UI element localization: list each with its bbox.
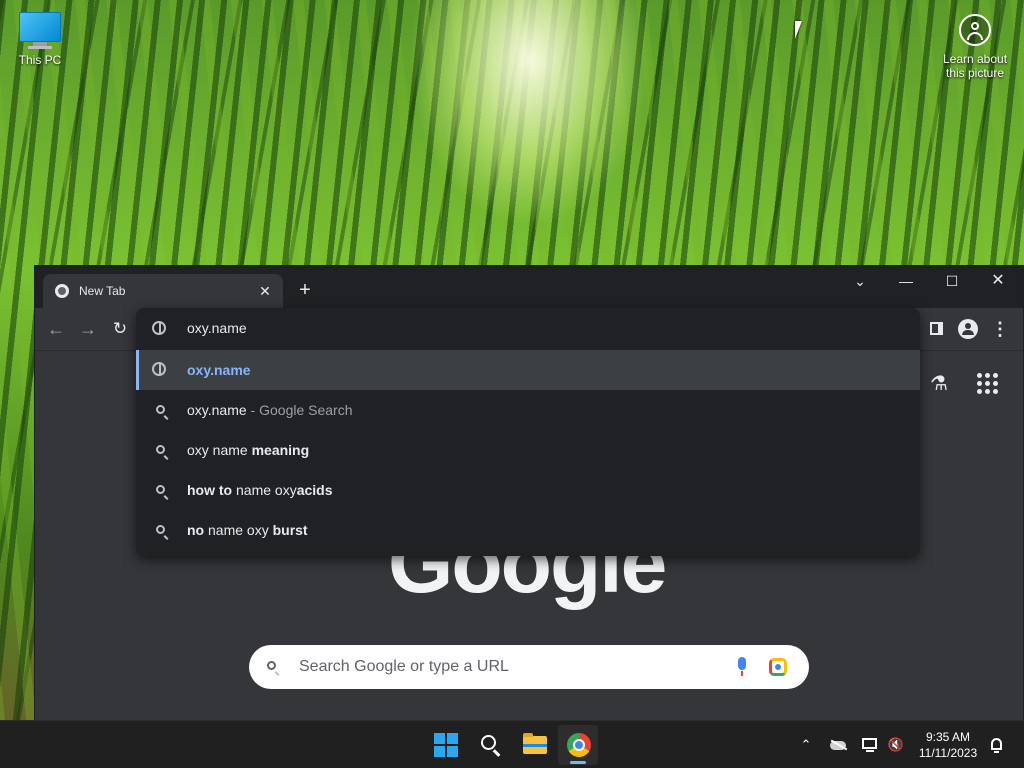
network-icon[interactable] <box>860 735 880 755</box>
computer-icon <box>19 12 61 42</box>
omnibox[interactable]: oxy.name <box>136 308 920 350</box>
profile-button[interactable] <box>955 316 981 342</box>
desktop-icon-label: This PC <box>18 53 62 67</box>
learn-about-picture-icon <box>959 14 991 46</box>
search-icon <box>481 735 496 750</box>
desktop-icon-label: this picture <box>945 66 1005 80</box>
back-button[interactable]: ← <box>43 316 69 342</box>
file-explorer-icon <box>523 733 547 754</box>
tab-search-button[interactable]: ⌄ <box>837 268 883 294</box>
search-icon <box>152 522 168 538</box>
volume-muted-icon[interactable]: 🔇 <box>886 735 906 755</box>
desktop-icon-this-pc[interactable]: This PC <box>2 8 78 67</box>
suggestion-text: oxy.name <box>187 362 251 378</box>
suggestion-text: no name oxy burst <box>187 522 308 538</box>
start-button[interactable] <box>426 725 466 765</box>
globe-icon <box>152 321 166 335</box>
omnibox-input[interactable]: oxy.name <box>187 320 247 336</box>
file-explorer-button[interactable] <box>514 725 554 765</box>
search-icon <box>267 656 287 676</box>
close-window-button[interactable]: ✕ <box>975 268 1021 294</box>
omnibox-dropdown: oxy.name oxy.name oxy.name - Google Sear… <box>136 308 920 556</box>
taskbar-search-button[interactable] <box>470 725 510 765</box>
desktop-icon-learn-about-picture[interactable]: Learn about this picture <box>938 10 1012 80</box>
reload-button[interactable]: ↻ <box>107 316 133 342</box>
minimize-button[interactable]: — <box>883 268 929 294</box>
suggestion-text: how to name oxyacids <box>187 482 333 498</box>
running-indicator <box>570 761 586 764</box>
ntp-search-input[interactable] <box>299 655 719 679</box>
suggestion-text: oxy name meaning <box>187 442 310 458</box>
omnibox-suggestion[interactable]: oxy.name <box>136 350 920 390</box>
chrome-icon <box>55 284 69 298</box>
clock-time: 9:35 AM <box>925 730 971 744</box>
chrome-icon <box>567 733 591 757</box>
profile-icon <box>958 318 978 339</box>
tab-new-tab[interactable]: New Tab ✕ <box>43 274 283 308</box>
onedrive-icon[interactable] <box>828 735 848 755</box>
omnibox-suggestion[interactable]: oxy name meaning <box>136 430 920 470</box>
mouse-cursor-icon <box>795 21 802 39</box>
voice-search-icon[interactable] <box>735 657 749 677</box>
side-panel-icon <box>929 322 943 336</box>
omnibox-suggestion[interactable]: no name oxy burst <box>136 510 920 550</box>
start-icon <box>434 733 445 744</box>
chrome-taskbar-button[interactable] <box>558 725 598 765</box>
omnibox-suggestion[interactable]: how to name oxyacids <box>136 470 920 510</box>
search-icon <box>152 402 168 418</box>
search-icon <box>152 442 168 458</box>
taskbar-clock[interactable]: 9:35 AM 11/11/2023 <box>912 729 984 761</box>
chrome-labs-icon[interactable]: ⚗ <box>928 373 950 395</box>
show-hidden-icons-button[interactable]: ⌃ <box>796 735 816 755</box>
tab-title: New Tab <box>79 284 126 298</box>
close-tab-icon[interactable]: ✕ <box>255 281 275 301</box>
maximize-button[interactable]: ☐ <box>929 268 975 294</box>
side-panel-button[interactable] <box>923 316 949 342</box>
google-apps-icon[interactable] <box>977 373 999 395</box>
suggestion-text: oxy.name - Google Search <box>187 402 353 418</box>
chrome-menu-button[interactable]: ⋮ <box>987 316 1013 342</box>
omnibox-suggestion[interactable]: oxy.name - Google Search <box>136 390 920 430</box>
clock-date: 11/11/2023 <box>918 746 978 760</box>
google-lens-icon[interactable] <box>769 658 787 676</box>
globe-icon <box>152 362 168 378</box>
ntp-search-box[interactable] <box>249 645 809 689</box>
notifications-bell-icon[interactable] <box>986 735 1006 755</box>
tab-strip: New Tab ✕ + ⌄ — ☐ ✕ <box>35 266 1023 308</box>
forward-button[interactable]: → <box>75 316 101 342</box>
desktop-icon-label: Learn about <box>942 52 1008 66</box>
search-icon <box>152 482 168 498</box>
taskbar: ⌃ 🔇 9:35 AM 11/11/2023 <box>0 720 1024 768</box>
new-tab-button[interactable]: + <box>293 278 317 302</box>
